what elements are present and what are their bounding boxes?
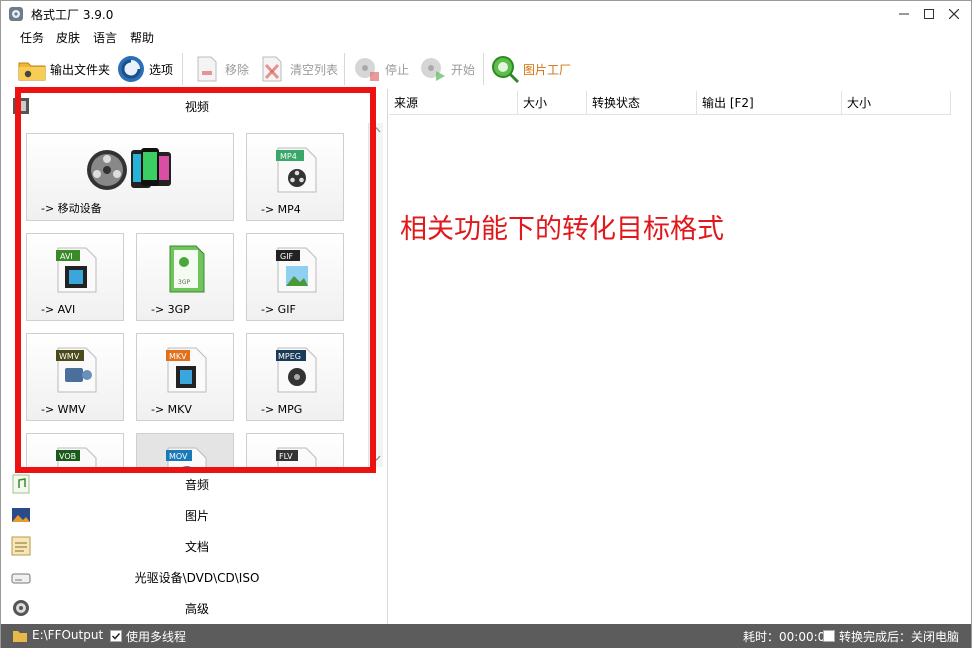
toolbar-divider: [344, 53, 345, 85]
svg-text:MOV: MOV: [169, 452, 188, 461]
folder-icon: [13, 631, 27, 642]
vob-file-icon: VOB: [56, 447, 97, 467]
annotation-text: 相关功能下的转化目标格式: [400, 214, 724, 245]
svg-text:MP4: MP4: [280, 152, 297, 161]
mpeg-file-icon: MPEG: [276, 347, 317, 393]
wmv-file-icon: WMV: [56, 347, 97, 393]
multithread-label: 使用多线程: [126, 630, 187, 644]
tile-mkv[interactable]: MKV -> MKV: [136, 333, 234, 421]
close-icon: [949, 9, 959, 19]
output-folder-button[interactable]: 输出文件夹: [17, 53, 110, 85]
column-status[interactable]: 转换状态: [587, 91, 697, 115]
svg-text:GIF: GIF: [280, 252, 294, 261]
picture-factory-icon: [492, 56, 520, 84]
tile-gif[interactable]: GIF -> GIF: [246, 233, 344, 321]
svg-text:VOB: VOB: [59, 452, 76, 461]
after-convert-label: 转换完成后：关闭电脑: [839, 630, 960, 644]
format-tile-grid: -> 移动设备 MP4 -> MP4 AVI -> AVI 3GP -> 3GP…: [20, 131, 370, 467]
category-advanced[interactable]: 高级: [6, 593, 388, 624]
music-note-icon: [12, 474, 30, 494]
column-size[interactable]: 大小: [518, 91, 587, 115]
video-category-icon: [13, 98, 29, 114]
tile-3gp[interactable]: 3GP -> 3GP: [136, 233, 234, 321]
toolbar: 输出文件夹 选项 移除 清空列表 停止 开始 图片工厂: [1, 47, 971, 89]
gif-file-icon: GIF: [276, 247, 317, 293]
menu-bar: 任务 皮肤 语言 帮助: [1, 27, 971, 47]
mkv-file-icon: MKV: [166, 347, 207, 393]
title-bar: 格式工厂 3.9.0: [1, 1, 971, 27]
column-output[interactable]: 输出 [F2]: [697, 91, 842, 115]
document-icon: [11, 536, 31, 556]
menu-help[interactable]: 帮助: [130, 29, 154, 46]
function-panel: 视频 -> 移动设备 MP4 -> MP4 AVI -> AVI 3GP -> …: [6, 89, 388, 624]
menu-skin[interactable]: 皮肤: [56, 29, 80, 46]
category-audio[interactable]: 音频: [6, 469, 388, 500]
checkmark-icon: [111, 632, 121, 640]
tile-mpg[interactable]: MPEG -> MPG: [246, 333, 344, 421]
scroll-up-icon[interactable]: [372, 126, 381, 135]
category-picture[interactable]: 图片: [6, 500, 388, 531]
stop-icon: [355, 58, 379, 81]
folder-icon: [18, 62, 46, 81]
elapsed-time: 耗时：00:00:00: [743, 630, 833, 644]
tiles-scrollbar[interactable]: [368, 123, 383, 467]
category-video[interactable]: 视频: [6, 91, 388, 122]
window-title: 格式工厂 3.9.0: [31, 8, 114, 22]
avi-file-icon: AVI: [56, 247, 97, 293]
options-gear-icon: [118, 56, 144, 82]
svg-text:3GP: 3GP: [178, 279, 190, 286]
mp4-file-icon: MP4: [276, 147, 317, 193]
svg-text:FLV: FLV: [279, 452, 293, 461]
toolbar-divider: [483, 53, 484, 85]
tile-mp4[interactable]: MP4 -> MP4: [246, 133, 344, 221]
tile-avi[interactable]: AVI -> AVI: [26, 233, 124, 321]
svg-text:MKV: MKV: [169, 352, 187, 361]
start-icon: [421, 58, 445, 81]
menu-task[interactable]: 任务: [20, 29, 44, 46]
category-disc[interactable]: 光驱设备\DVD\CD\ISO: [6, 562, 388, 593]
svg-text:WMV: WMV: [59, 352, 80, 361]
mobile-device-icon: [87, 148, 171, 190]
mov-file-icon: MOV: [166, 447, 207, 467]
after-convert-checkbox[interactable]: [823, 630, 835, 642]
picture-factory-button[interactable]: 图片工厂: [490, 53, 571, 85]
tile-wmv[interactable]: WMV -> WMV: [26, 333, 124, 421]
column-output-size[interactable]: 大小: [842, 91, 951, 115]
clear-list-button[interactable]: 清空列表: [257, 53, 338, 85]
3gp-file-icon: 3GP: [169, 245, 205, 293]
svg-text:AVI: AVI: [60, 252, 73, 261]
stop-button[interactable]: 停止: [352, 53, 409, 85]
column-source[interactable]: 来源: [389, 91, 518, 115]
tile-mobile-device[interactable]: -> 移动设备: [26, 133, 234, 221]
status-bar: E:\FFOutput 使用多线程 耗时：00:00:00 转换完成后：关闭电脑: [1, 624, 971, 648]
tile-mov[interactable]: MOV: [136, 433, 234, 467]
svg-text:MPEG: MPEG: [278, 352, 301, 361]
flv-file-icon: FLV: [276, 447, 317, 467]
app-window: 格式工厂 3.9.0 任务 皮肤 语言 帮助 输出文件夹 选项 移除 清空列表 …: [0, 0, 972, 648]
output-path[interactable]: E:\FFOutput: [32, 628, 103, 642]
disc-drive-icon: [11, 573, 31, 584]
app-logo-icon: [9, 7, 23, 21]
scroll-down-icon[interactable]: [372, 453, 381, 462]
clear-list-icon: [262, 56, 282, 82]
task-list: 来源 大小 转换状态 输出 [F2] 大小 相关功能下的转化目标格式: [389, 89, 971, 624]
minimize-icon: [899, 13, 909, 15]
remove-button[interactable]: 移除: [192, 53, 249, 85]
options-button[interactable]: 选项: [116, 53, 173, 85]
tile-flv[interactable]: FLV: [246, 433, 344, 467]
remove-icon: [197, 56, 217, 82]
category-document[interactable]: 文档: [6, 531, 388, 562]
multithread-checkbox[interactable]: [110, 630, 122, 642]
menu-language[interactable]: 语言: [93, 29, 117, 46]
close-button[interactable]: [937, 1, 971, 27]
picture-icon: [12, 508, 30, 522]
advanced-gear-icon: [13, 600, 29, 616]
tile-vob[interactable]: VOB: [26, 433, 124, 467]
toolbar-divider: [182, 53, 183, 85]
maximize-icon: [924, 9, 934, 19]
start-button[interactable]: 开始: [418, 53, 475, 85]
